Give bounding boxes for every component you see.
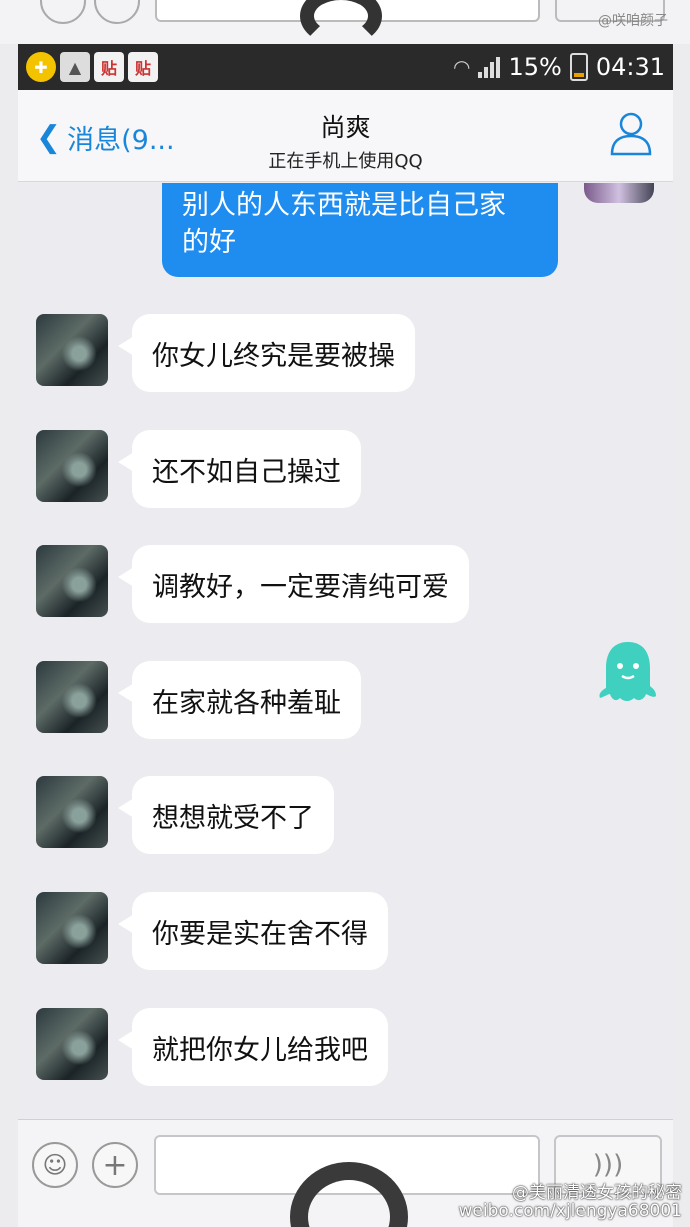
message-bubble[interactable]: 想想就受不了 xyxy=(118,776,334,854)
received-message: 在家就各种羞耻 xyxy=(36,661,656,741)
received-message: 想想就受不了 xyxy=(36,776,656,856)
person-icon[interactable] xyxy=(609,110,653,156)
sent-message-bubble[interactable]: 别人的人东西就是比自己家 的好 xyxy=(162,183,558,277)
app-plus-icon: ✚ xyxy=(26,52,56,82)
image-icon: ▲ xyxy=(60,52,90,82)
contact-avatar[interactable] xyxy=(36,892,108,964)
message-bubble[interactable]: 你要是实在舍不得 xyxy=(118,892,388,970)
phone-screen: ✚ ▲ 贴 贴 ◠ 15% 04:31 ❮ 消息(9... 尚爽 正在手机上使用… xyxy=(18,44,673,1227)
clock: 04:31 xyxy=(595,53,665,81)
battery-icon xyxy=(569,53,588,81)
received-message: 你要是实在舍不得 xyxy=(36,892,656,972)
received-message: 就把你女儿给我吧 xyxy=(36,1008,656,1088)
contact-name: 尚爽 xyxy=(320,113,371,142)
wifi-icon: ◠ xyxy=(453,55,471,79)
smiley-icon[interactable]: ☺ xyxy=(32,1142,78,1188)
own-avatar[interactable] xyxy=(584,183,654,203)
message-list[interactable]: 别人的人东西就是比自己家 的好 你女儿终究是要被操 还不如自己操过 调教好，一定… xyxy=(18,183,673,1123)
message-bubble[interactable]: 在家就各种羞耻 xyxy=(118,661,361,739)
contact-avatar[interactable] xyxy=(36,430,108,502)
signal-icon xyxy=(478,56,501,78)
contact-avatar[interactable] xyxy=(36,776,108,848)
contact-avatar[interactable] xyxy=(36,545,108,617)
contact-avatar[interactable] xyxy=(36,1008,108,1080)
contact-avatar[interactable] xyxy=(36,314,108,386)
message-bubble[interactable]: 就把你女儿给我吧 xyxy=(118,1008,388,1086)
plus-icon[interactable]: + xyxy=(92,1142,138,1188)
message-bubble[interactable]: 调教好，一定要清纯可爱 xyxy=(118,545,469,623)
received-message: 你女儿终究是要被操 xyxy=(36,314,656,394)
photo-frame: @咲咱颜子 ✚ ▲ 贴 贴 ◠ 15% 04:31 ❮ 消息(9... 尚爽 正… xyxy=(0,0,690,1227)
sent-message-line2: 的好 xyxy=(182,227,236,258)
contact-avatar[interactable] xyxy=(36,661,108,733)
ghost-emoji-button xyxy=(40,0,86,24)
tieba-icon: 贴 xyxy=(94,52,124,82)
battery-percent: 15% xyxy=(508,53,562,81)
received-message: 调教好，一定要清纯可爱 xyxy=(36,545,656,625)
weibo-watermark-url: weibo.com/xjlengya68001 xyxy=(458,1201,682,1221)
message-bubble[interactable]: 你女儿终究是要被操 xyxy=(118,314,415,392)
camera-dial-shape xyxy=(300,0,382,44)
previous-screen-remnant xyxy=(0,0,690,44)
ghost-sticker-icon[interactable] xyxy=(598,638,658,706)
tieba-icon-2: 贴 xyxy=(128,52,158,82)
weibo-watermark-name: @美丽清透女孩的秘密 xyxy=(512,1183,682,1203)
watermark-top: @咲咱颜子 xyxy=(598,13,668,29)
message-bubble[interactable]: 还不如自己操过 xyxy=(118,430,361,508)
sent-message-line1: 别人的人东西就是比自己家 xyxy=(182,190,506,221)
status-bar: ✚ ▲ 贴 贴 ◠ 15% 04:31 xyxy=(18,44,673,90)
ghost-plus-button xyxy=(94,0,140,24)
contact-status: 正在手机上使用QQ xyxy=(268,151,423,172)
received-message: 还不如自己操过 xyxy=(36,430,656,510)
chat-header: ❮ 消息(9... 尚爽 正在手机上使用QQ xyxy=(18,90,673,182)
